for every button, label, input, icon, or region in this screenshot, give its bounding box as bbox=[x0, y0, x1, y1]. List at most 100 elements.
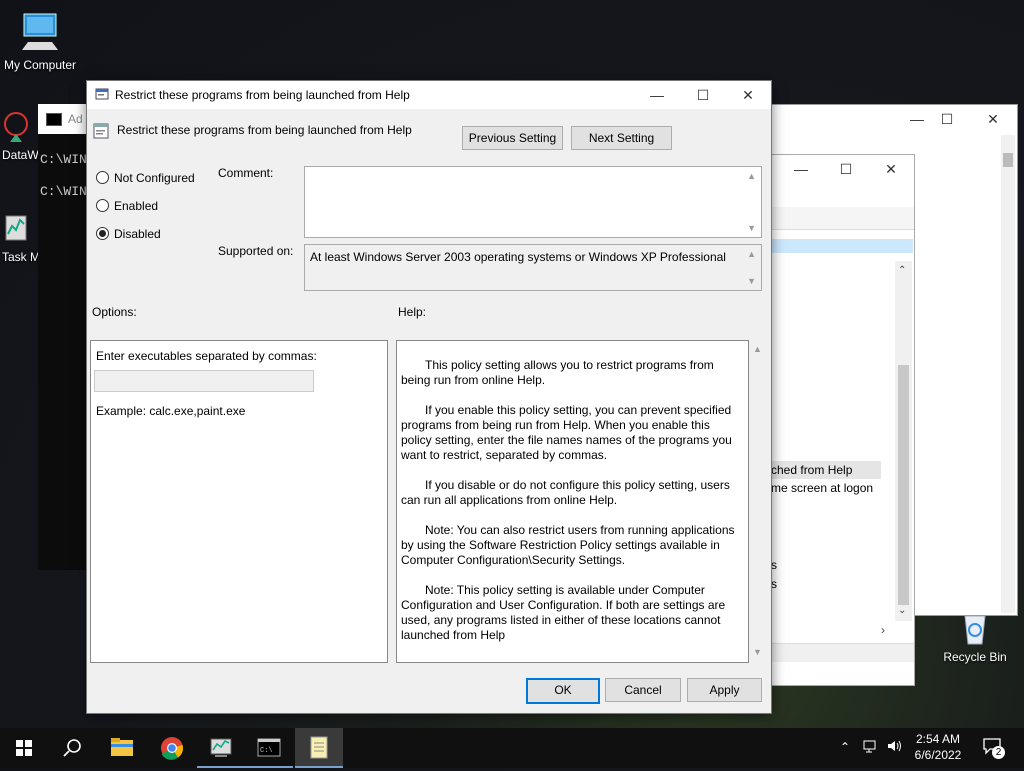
scrollbar-thumb[interactable] bbox=[1003, 153, 1013, 167]
cmd-title-text: Ad bbox=[68, 112, 83, 126]
selected-row bbox=[771, 239, 913, 253]
minimize-icon[interactable]: — bbox=[637, 81, 677, 109]
supported-on-field: At least Windows Server 2003 operating s… bbox=[304, 244, 762, 291]
maximize-icon[interactable]: ☐ bbox=[683, 81, 723, 109]
scroll-right-icon[interactable]: › bbox=[881, 623, 885, 637]
setting-icon bbox=[93, 123, 109, 139]
radio-circle[interactable] bbox=[96, 199, 109, 212]
close-icon[interactable]: ✕ bbox=[973, 105, 1013, 133]
dialog-title: Restrict these programs from being launc… bbox=[115, 88, 410, 102]
task-manager-icon bbox=[210, 738, 232, 757]
minimize-icon[interactable]: — bbox=[781, 155, 821, 183]
policy-dialog[interactable]: Restrict these programs from being launc… bbox=[86, 80, 772, 714]
scrollbar-thumb[interactable] bbox=[898, 365, 909, 605]
radio-enabled[interactable]: Enabled bbox=[96, 199, 158, 213]
policy-icon bbox=[95, 87, 109, 101]
comment-textarea[interactable]: ▲ ▼ bbox=[304, 166, 762, 238]
help-label: Help: bbox=[398, 305, 427, 319]
taskbar-notepad[interactable] bbox=[295, 728, 343, 768]
comment-label: Comment: bbox=[218, 166, 274, 180]
next-setting-button[interactable]: Next Setting bbox=[571, 126, 672, 150]
taskbar: C:\ ⌃ 2:54 AM 6/6/2022 2 bbox=[0, 728, 1024, 768]
app-icon bbox=[2, 108, 32, 148]
executables-label: Enter executables separated by commas: bbox=[96, 349, 317, 363]
windows-icon bbox=[16, 740, 32, 756]
scroll-up-icon[interactable]: ▲ bbox=[747, 249, 756, 259]
background-explorer-window[interactable]: — ☐ ✕ ched from Help me screen at logon … bbox=[770, 154, 915, 686]
clock-time: 2:54 AM bbox=[915, 732, 961, 746]
radio-label: Not Configured bbox=[114, 171, 195, 185]
close-icon[interactable]: ✕ bbox=[728, 81, 768, 109]
help-paragraph: Note: You can also restrict users from r… bbox=[401, 523, 735, 567]
help-paragraph: This policy setting allows you to restri… bbox=[401, 358, 714, 387]
radio-label: Enabled bbox=[114, 199, 159, 213]
help-paragraph: If you enable this policy setting, you c… bbox=[401, 403, 732, 462]
cmd-line: C:\WIN bbox=[40, 152, 87, 167]
scroll-down-icon[interactable]: ▼ bbox=[747, 223, 756, 233]
vertical-scrollbar[interactable]: ⌃ ⌄ bbox=[895, 261, 912, 621]
computer-icon bbox=[18, 10, 62, 54]
folder-icon bbox=[111, 738, 133, 756]
status-strip bbox=[771, 643, 914, 662]
maximize-icon[interactable]: ☐ bbox=[927, 105, 967, 133]
close-icon[interactable]: ✕ bbox=[871, 155, 911, 183]
radio-not-configured[interactable]: Not Configured bbox=[96, 171, 195, 185]
taskbar-file-explorer[interactable] bbox=[98, 728, 146, 768]
desktop-icon-my-computer[interactable]: My Computer bbox=[0, 10, 80, 72]
task-manager-icon bbox=[2, 210, 32, 250]
desktop-icon-recycle-bin[interactable]: Recycle Bin bbox=[935, 610, 1015, 664]
taskbar-chrome[interactable] bbox=[148, 728, 196, 768]
taskbar-task-manager[interactable] bbox=[197, 728, 245, 768]
help-paragraph: Note: This policy setting is available u… bbox=[401, 583, 726, 642]
clock[interactable]: 2:54 AM 6/6/2022 bbox=[912, 731, 964, 763]
help-paragraph: If you disable or do not configure this … bbox=[401, 478, 730, 507]
toolbar-strip bbox=[771, 207, 914, 230]
help-text: This policy setting allows you to restri… bbox=[401, 358, 739, 658]
clock-date: 6/6/2022 bbox=[914, 748, 962, 762]
supported-on-label: Supported on: bbox=[218, 244, 294, 258]
scroll-down-icon[interactable]: ▼ bbox=[747, 276, 756, 286]
apply-button[interactable]: Apply bbox=[687, 678, 762, 702]
scroll-up-icon[interactable]: ⌃ bbox=[898, 265, 906, 276]
dialog-titlebar[interactable]: Restrict these programs from being launc… bbox=[87, 81, 771, 109]
volume-icon[interactable] bbox=[886, 738, 904, 757]
setting-title: Restrict these programs from being launc… bbox=[117, 123, 412, 137]
radio-label: Disabled bbox=[114, 227, 161, 241]
list-item[interactable]: ched from Help bbox=[771, 461, 881, 479]
scroll-up-icon[interactable]: ▲ bbox=[753, 344, 762, 354]
search-button[interactable] bbox=[48, 728, 96, 768]
taskbar-command-prompt[interactable]: C:\ bbox=[245, 728, 293, 768]
radio-circle[interactable] bbox=[96, 227, 109, 240]
cmd-icon bbox=[46, 113, 62, 126]
supported-on-value: At least Windows Server 2003 operating s… bbox=[310, 250, 726, 264]
desktop-icon-label: My Computer bbox=[3, 58, 77, 72]
radio-disabled[interactable]: Disabled bbox=[96, 227, 161, 241]
desktop-icon-label: Recycle Bin bbox=[943, 650, 1007, 664]
tray-chevron-icon[interactable]: ⌃ bbox=[840, 740, 850, 754]
list-item[interactable]: me screen at logon bbox=[771, 481, 881, 495]
scroll-up-icon[interactable]: ▲ bbox=[747, 171, 756, 181]
maximize-icon[interactable]: ☐ bbox=[826, 155, 866, 183]
notepad-icon bbox=[310, 736, 328, 759]
notification-badge: 2 bbox=[992, 746, 1005, 759]
cancel-button[interactable]: Cancel bbox=[605, 678, 681, 702]
chrome-icon bbox=[161, 737, 184, 760]
vertical-scrollbar[interactable] bbox=[1001, 135, 1015, 613]
help-scrollbar[interactable]: ▲ ▼ bbox=[750, 340, 764, 661]
terminal-icon: C:\ bbox=[257, 738, 281, 757]
svg-text:C:\: C:\ bbox=[260, 747, 273, 755]
start-button[interactable] bbox=[0, 728, 48, 768]
scroll-down-icon[interactable]: ▼ bbox=[753, 647, 762, 657]
radio-circle[interactable] bbox=[96, 171, 109, 184]
network-icon[interactable] bbox=[862, 738, 878, 757]
executables-input[interactable] bbox=[94, 370, 314, 392]
options-label: Options: bbox=[92, 305, 137, 319]
scroll-down-icon[interactable]: ⌄ bbox=[898, 605, 906, 616]
example-text: Example: calc.exe,paint.exe bbox=[96, 404, 246, 418]
options-panel: Enter executables separated by commas: E… bbox=[90, 340, 388, 663]
help-panel: This policy setting allows you to restri… bbox=[396, 340, 749, 663]
search-icon bbox=[63, 739, 81, 757]
ok-button[interactable]: OK bbox=[526, 678, 600, 704]
notification-button[interactable]: 2 bbox=[982, 737, 1006, 759]
previous-setting-button[interactable]: Previous Setting bbox=[462, 126, 563, 150]
